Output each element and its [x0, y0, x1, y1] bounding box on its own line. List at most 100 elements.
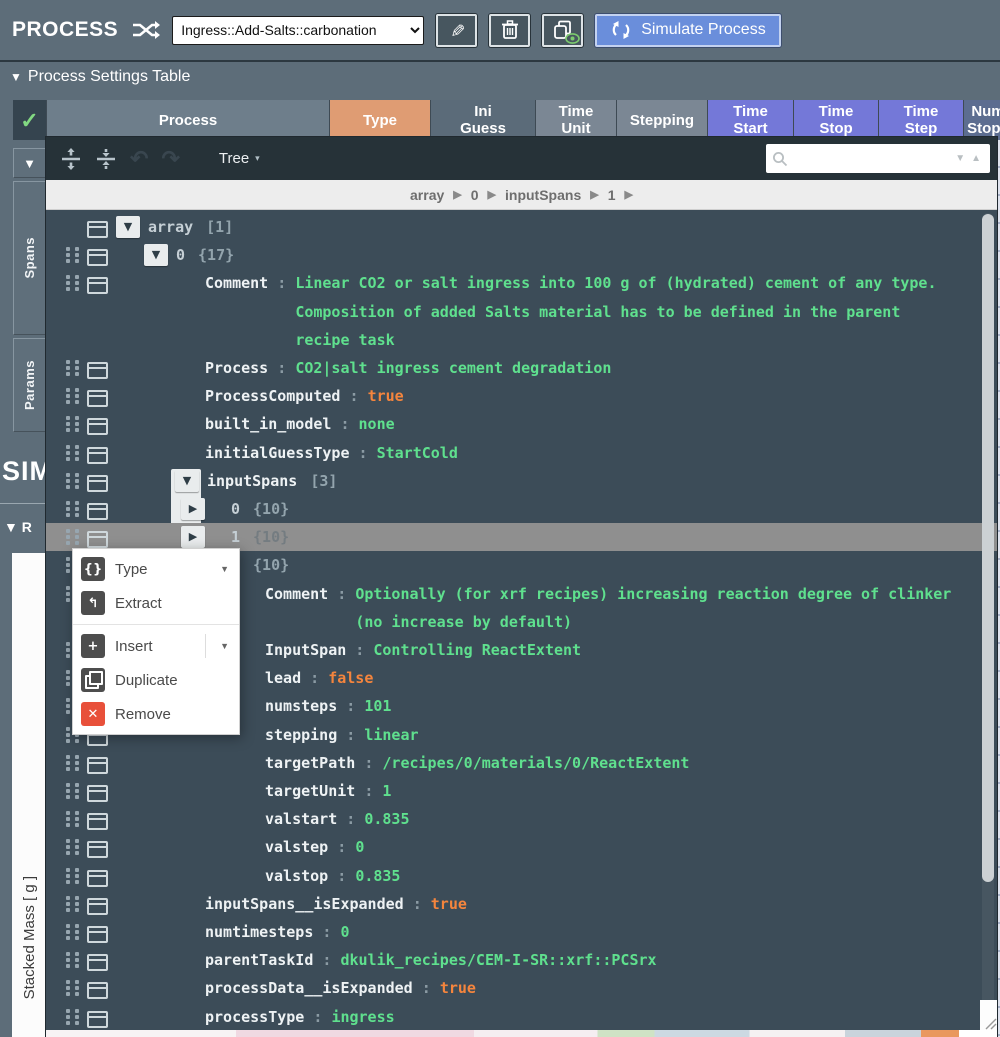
tree-row-0[interactable]: ▶0{10} — [46, 495, 997, 523]
row-action-menu-icon[interactable] — [87, 503, 108, 520]
menu-item-duplicate[interactable]: Duplicate — [73, 663, 239, 697]
column-header-ini-guess[interactable]: Ini Guess — [431, 100, 535, 140]
tree-row-processdata-isexpanded[interactable]: processData__isExpanded : true — [46, 974, 997, 1002]
row-action-menu-icon[interactable] — [87, 221, 108, 238]
node-value[interactable]: 0.835 — [364, 805, 409, 833]
node-value[interactable]: dkulik_recipes/CEM-I-SR::xrf::PCSrx — [340, 946, 656, 974]
row-action-menu-icon[interactable] — [87, 813, 108, 830]
tree-row-initialguesstype[interactable]: initialGuessType : StartCold — [46, 439, 997, 467]
drag-handle-icon[interactable] — [66, 755, 79, 772]
tree-row-inputspans-isexpanded[interactable]: inputSpans__isExpanded : true — [46, 890, 997, 918]
node-value[interactable]: ingress — [331, 1003, 394, 1030]
tree-row-inputspans[interactable]: ▼inputSpans[3] — [46, 467, 997, 495]
row-action-menu-icon[interactable] — [87, 954, 108, 971]
row-action-menu-icon[interactable] — [87, 277, 108, 294]
node-value[interactable]: linear — [364, 721, 418, 749]
drag-handle-icon[interactable] — [66, 275, 79, 292]
tree-row-array[interactable]: ▼array[1] — [46, 213, 997, 241]
breadcrumb-item-1[interactable]: 1 — [608, 187, 616, 203]
row-action-menu-icon[interactable] — [87, 475, 108, 492]
row-action-menu-icon[interactable] — [87, 898, 108, 915]
row-action-menu-icon[interactable] — [87, 841, 108, 858]
node-value[interactable]: Linear CO2 or salt ingress into 100 g of… — [295, 269, 936, 354]
tree-row-processcomputed[interactable]: ProcessComputed : true — [46, 382, 997, 410]
drag-handle-icon[interactable] — [66, 445, 79, 462]
tree-row-targetpath[interactable]: targetPath : /recipes/0/materials/0/Reac… — [46, 749, 997, 777]
row-action-menu-icon[interactable] — [87, 1011, 108, 1028]
drag-handle-icon[interactable] — [66, 529, 79, 546]
tree-row-targetunit[interactable]: targetUnit : 1 — [46, 777, 997, 805]
drag-handle-icon[interactable] — [66, 783, 79, 800]
row-action-menu-icon[interactable] — [87, 531, 108, 548]
node-value[interactable]: Optionally (for xrf recipes) increasing … — [355, 580, 951, 636]
node-value[interactable]: 0 — [355, 833, 364, 861]
node-value[interactable]: 101 — [364, 692, 391, 720]
simulate-process-button[interactable]: Simulate Process — [595, 14, 781, 47]
row-action-menu-icon[interactable] — [87, 418, 108, 435]
row-action-menu-icon[interactable] — [87, 870, 108, 887]
tree-row-valstep[interactable]: valstep : 0 — [46, 833, 997, 861]
node-value[interactable]: true — [368, 382, 404, 410]
edit-button[interactable]: ✎ — [436, 14, 477, 47]
node-value[interactable]: 0.835 — [355, 862, 400, 890]
row-group-params[interactable]: Params — [13, 338, 46, 432]
tree-row-valstop[interactable]: valstop : 0.835 — [46, 862, 997, 890]
tree-row-parenttaskid[interactable]: parentTaskId : dkulik_recipes/CEM-I-SR::… — [46, 946, 997, 974]
row-group-spans[interactable]: Spans — [13, 181, 46, 335]
column-header-num-stops[interactable]: Num Stops — [964, 100, 1000, 140]
breadcrumb-item-0[interactable]: 0 — [471, 187, 479, 203]
drag-handle-icon[interactable] — [66, 416, 79, 433]
drag-handle-icon[interactable] — [66, 839, 79, 856]
menu-item-extract[interactable]: ↰Extract — [73, 586, 239, 620]
collapse-node-icon[interactable]: ▼ — [116, 216, 140, 238]
row-action-menu-icon[interactable] — [87, 447, 108, 464]
row-action-menu-icon[interactable] — [87, 757, 108, 774]
row-action-menu-icon[interactable] — [87, 926, 108, 943]
undo-button[interactable]: ↶ — [130, 146, 148, 172]
node-value[interactable]: 1 — [382, 777, 391, 805]
row-action-menu-icon[interactable] — [87, 362, 108, 379]
tree-row-processtype[interactable]: processType : ingress — [46, 1003, 997, 1030]
row-action-menu-icon[interactable] — [87, 982, 108, 999]
expand-all-button[interactable] — [60, 148, 82, 170]
expand-node-icon[interactable]: ▶ — [181, 498, 205, 520]
drag-handle-icon[interactable] — [66, 868, 79, 885]
node-value[interactable]: Controlling ReactExtent — [373, 636, 581, 664]
redo-button[interactable]: ↷ — [161, 146, 179, 172]
drag-handle-icon[interactable] — [66, 360, 79, 377]
drag-handle-icon[interactable] — [66, 980, 79, 997]
drag-handle-icon[interactable] — [66, 924, 79, 941]
search-next-icon[interactable]: ▼ — [952, 153, 968, 164]
drag-handle-icon[interactable] — [66, 247, 79, 264]
expand-node-icon[interactable]: ▶ — [181, 526, 205, 548]
node-value[interactable]: false — [328, 664, 373, 692]
row-action-menu-icon[interactable] — [87, 249, 108, 266]
copy-process-button[interactable] — [542, 14, 583, 47]
column-header-time-stop[interactable]: Time Stop — [794, 100, 878, 140]
resize-grip[interactable] — [980, 1000, 997, 1030]
column-header-time-start[interactable]: Time Start — [708, 100, 793, 140]
drag-handle-icon[interactable] — [66, 952, 79, 969]
node-value[interactable]: 0 — [340, 918, 349, 946]
menu-item-remove[interactable]: ✕Remove — [73, 697, 239, 731]
tree-row-0[interactable]: ▼0{17} — [46, 241, 997, 269]
tree-row-valstart[interactable]: valstart : 0.835 — [46, 805, 997, 833]
search-prev-icon[interactable]: ▲ — [968, 153, 984, 164]
drag-handle-icon[interactable] — [66, 473, 79, 490]
breadcrumb-item-array[interactable]: array — [410, 187, 444, 203]
node-value[interactable]: CO2|salt ingress cement degradation — [295, 354, 611, 382]
node-value[interactable]: StartCold — [377, 439, 458, 467]
row-action-menu-icon[interactable] — [87, 390, 108, 407]
node-value[interactable]: none — [359, 410, 395, 438]
results-section-toggle-clipped[interactable]: ▼ R — [4, 519, 46, 535]
drag-handle-icon[interactable] — [66, 1009, 79, 1026]
mode-dropdown[interactable]: Tree ▾ — [219, 150, 260, 167]
tree-row-process[interactable]: Process : CO2|salt ingress cement degrad… — [46, 354, 997, 382]
menu-item-type[interactable]: {}Type▼ — [73, 552, 239, 586]
drag-handle-icon[interactable] — [66, 388, 79, 405]
column-header-stepping[interactable]: Stepping — [617, 100, 707, 140]
column-header-time-step[interactable]: Time Step — [879, 100, 963, 140]
drag-handle-icon[interactable] — [66, 896, 79, 913]
column-header-type[interactable]: Type — [330, 100, 430, 140]
row-collapse-cell[interactable]: ▼ — [13, 148, 46, 178]
